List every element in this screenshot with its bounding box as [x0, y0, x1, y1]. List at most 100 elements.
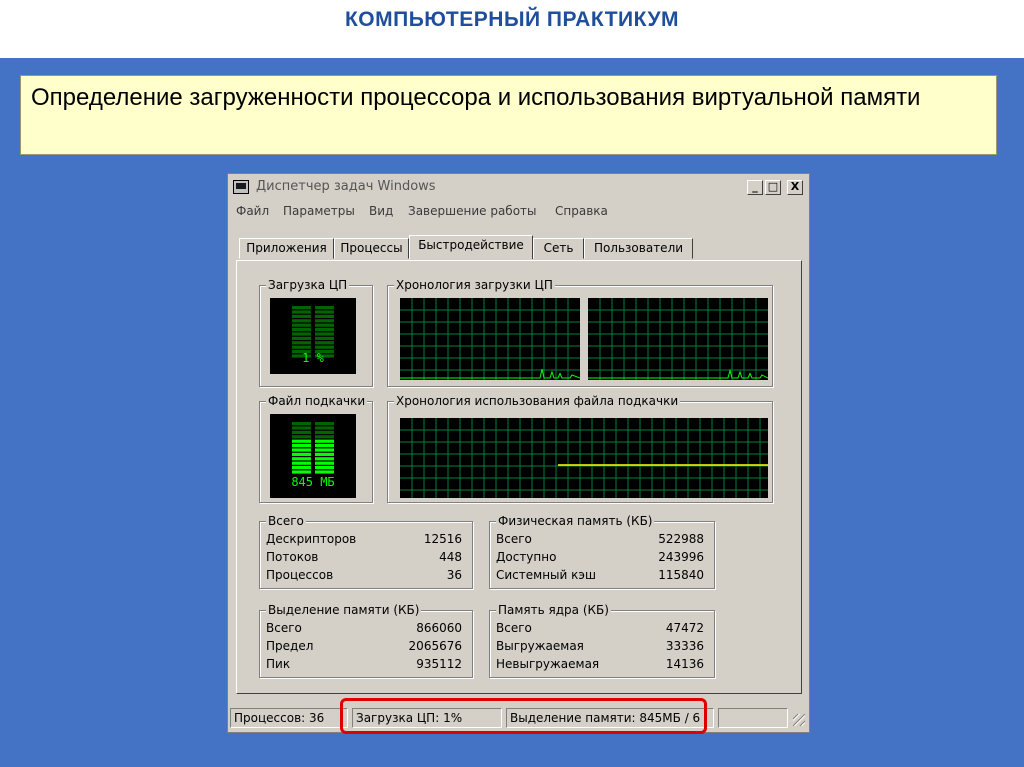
performance-panel: Загрузка ЦП 1 % Хронология загрузки ЦП Ф… [236, 260, 802, 694]
meter-segment [315, 470, 334, 474]
tab-performance[interactable]: Быстродействие [409, 235, 533, 259]
meter-segment [292, 306, 311, 310]
stat-row: Доступно 243996 [496, 550, 704, 568]
pagefile-history-group: Хронология использования файла подкачки [387, 394, 773, 503]
pagefile-label: Файл подкачки [266, 394, 368, 408]
stat-key: Дескрипторов [266, 532, 357, 546]
meter-segment [292, 439, 311, 443]
meter-segment [292, 310, 311, 314]
stat-value: 866060 [416, 621, 462, 635]
title-bar[interactable]: Диспетчер задач Windows _ □ X [230, 176, 807, 198]
meter-segment [315, 345, 334, 349]
stat-value: 47472 [665, 621, 704, 635]
meter-segment [315, 448, 334, 452]
meter-segment [292, 452, 311, 456]
pagefile-history-label: Хронология использования файла подкачки [394, 394, 681, 408]
menu-file[interactable]: Файл [236, 204, 269, 218]
menu-options[interactable]: Параметры [283, 204, 355, 218]
menu-view[interactable]: Вид [369, 204, 393, 218]
commit-charge-label: Выделение памяти (КБ) [266, 603, 422, 617]
meter-segment [292, 319, 311, 323]
tab-users[interactable]: Пользователи [584, 238, 693, 259]
stat-key: Всего [266, 621, 302, 635]
cpu-history-group: Хронология загрузки ЦП [387, 278, 773, 387]
cpu-usage-label: Загрузка ЦП [266, 278, 350, 292]
stat-row: Пик 935112 [266, 657, 462, 675]
meter-segment [315, 426, 334, 430]
tab-network[interactable]: Сеть [533, 238, 584, 259]
meter-segment [292, 323, 311, 327]
meter-segment [292, 444, 311, 448]
meter-segment [292, 457, 311, 461]
meter-segment [315, 422, 334, 426]
stat-key: Системный кэш [496, 568, 596, 582]
cpu-history-graph-core-0 [400, 298, 581, 380]
cpu-usage-group: Загрузка ЦП 1 % [259, 278, 373, 387]
cpu-history-plot-1 [588, 298, 769, 380]
status-highlight-frame [340, 698, 707, 734]
stat-row: Всего 866060 [266, 621, 462, 639]
menu-help[interactable]: Справка [555, 204, 608, 218]
kernel-memory-group: Память ядра (КБ) Всего 47472 Выгружаемая 3… [489, 603, 715, 678]
meter-segment [292, 314, 311, 318]
meter-segment [315, 466, 334, 470]
task-manager-window: Диспетчер задач Windows _ □ X Файл Парам… [227, 173, 810, 733]
stat-key: Пик [266, 657, 291, 671]
cpu-history-line [588, 368, 769, 379]
stat-row: Дескрипторов 12516 [266, 532, 462, 550]
tab-processes[interactable]: Процессы [334, 238, 409, 259]
slide-title: КОМПЬЮТЕРНЫЙ ПРАКТИКУМ [344, 8, 680, 31]
meter-segment [315, 306, 334, 310]
meter-segment [315, 444, 334, 448]
meter-segment [315, 452, 334, 456]
meter-segment [292, 328, 311, 332]
cpu-usage-meter: 1 % [270, 298, 356, 374]
stat-value: 14136 [665, 657, 704, 671]
meter-segment [292, 470, 311, 474]
menu-shutdown[interactable]: Завершение работы [408, 204, 537, 218]
meter-segment [292, 345, 311, 349]
meter-segment [292, 336, 311, 340]
stat-row: Всего 47472 [496, 621, 704, 639]
meter-segment [292, 341, 311, 345]
stat-key: Процессов [266, 568, 334, 582]
stat-value: 33336 [665, 639, 704, 653]
stat-value: 115840 [658, 568, 704, 582]
totals-group: Всего Дескрипторов 12516 Потоков 448 Проце… [259, 514, 473, 589]
close-button[interactable]: X [787, 180, 803, 195]
minimize-button[interactable]: _ [747, 180, 763, 195]
stat-row: Процессов 36 [266, 568, 462, 586]
stat-key: Доступно [496, 550, 557, 564]
stat-value: 522988 [658, 532, 704, 546]
resize-grip-icon[interactable] [793, 714, 805, 726]
meter-segment [292, 426, 311, 430]
maximize-button[interactable]: □ [765, 180, 781, 195]
stat-key: Всего [496, 532, 532, 546]
meter-segment [315, 430, 334, 434]
stat-key: Предел [266, 639, 314, 653]
meter-segment [292, 466, 311, 470]
meter-segment [315, 457, 334, 461]
tab-applications[interactable]: Приложения [239, 238, 334, 259]
meter-segment [315, 310, 334, 314]
stat-key: Потоков [266, 550, 319, 564]
slide-heading: Определение загруженности процессора и и… [31, 84, 921, 111]
stat-value: 2065676 [408, 639, 462, 653]
stat-value: 36 [446, 568, 462, 582]
stat-row: Всего 522988 [496, 532, 704, 550]
meter-segment [292, 448, 311, 452]
meter-segment [292, 422, 311, 426]
stat-row: Предел 2065676 [266, 639, 462, 657]
stat-key: Всего [496, 621, 532, 635]
pagefile-meter: 845 МБ [270, 414, 356, 498]
meter-segment [315, 336, 334, 340]
stat-value: 243996 [658, 550, 704, 564]
stat-key: Невыгружаемая [496, 657, 600, 671]
stat-row: Выгружаемая 33336 [496, 639, 704, 657]
cpu-history-label: Хронология загрузки ЦП [394, 278, 555, 292]
menu-bar: Файл Параметры Вид Завершение работы Спр… [230, 202, 807, 222]
meter-segment [315, 323, 334, 327]
stat-row: Невыгружаемая 14136 [496, 657, 704, 675]
pagefile-group: Файл подкачки 845 МБ [259, 394, 373, 503]
meter-segment [315, 461, 334, 465]
